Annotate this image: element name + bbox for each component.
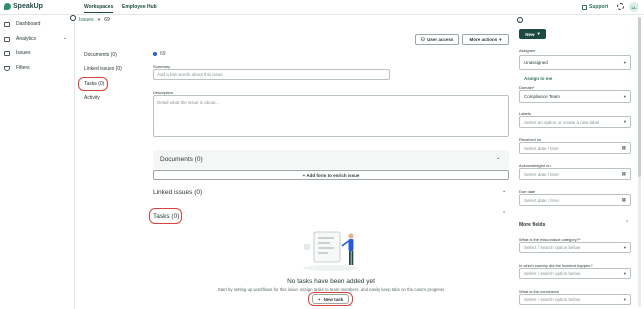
chevron-down-icon: ▾ bbox=[623, 119, 626, 124]
tab-linked-issues[interactable]: Linked issues (0) bbox=[84, 66, 122, 72]
sidebar-item-label: Filters bbox=[16, 65, 30, 71]
documents-title: Documents (0) bbox=[160, 156, 203, 163]
more-actions-label: More actions bbox=[469, 37, 498, 42]
status-dot bbox=[153, 52, 157, 56]
due-date-placeholder: Select date / time bbox=[524, 197, 559, 203]
domain-value: Compliance Team bbox=[524, 94, 560, 99]
info-icon[interactable]: i bbox=[517, 17, 523, 23]
chevron-down-icon: ▾ bbox=[499, 36, 502, 42]
assignee-label: Assignee bbox=[519, 48, 536, 53]
linked-issues-title: Linked issues (0) bbox=[153, 189, 203, 196]
breadcrumb-separator: » bbox=[97, 17, 101, 23]
sidebar-item-label: Issues bbox=[16, 50, 31, 56]
chevron-down-icon: ▾ bbox=[623, 296, 626, 302]
received-placeholder: Select date / time bbox=[524, 145, 559, 151]
received-date-input[interactable]: Select date / time ▦ bbox=[519, 142, 631, 154]
support-icon bbox=[582, 4, 587, 10]
breadcrumb-issues[interactable]: Issues bbox=[79, 17, 93, 23]
acknowledged-placeholder: Select date / time bbox=[524, 171, 559, 177]
chevron-down-icon: ▾ bbox=[537, 31, 540, 36]
misconduct-select[interactable]: Select / search option below ▾ bbox=[519, 242, 631, 253]
logo-mark-icon bbox=[4, 3, 11, 10]
plus-icon: + bbox=[317, 296, 321, 302]
empty-tasks-title: No tasks have been added yet bbox=[287, 278, 375, 285]
conclusion-select[interactable]: Select / search option below ▾ bbox=[519, 294, 631, 305]
chevron-down-icon[interactable]: ⌄ bbox=[496, 155, 500, 161]
sidebar-item-analytics[interactable]: Analytics bbox=[4, 36, 36, 42]
chart-icon bbox=[4, 36, 10, 42]
new-button[interactable]: New ▾ bbox=[519, 29, 546, 39]
tasks-title: Tasks (0) bbox=[153, 213, 180, 220]
sidebar-item-label: Dashboard bbox=[16, 21, 41, 27]
more-fields-title[interactable]: More fields bbox=[519, 222, 545, 228]
gear-icon[interactable] bbox=[617, 3, 624, 10]
sidebar-item-issues[interactable]: Issues bbox=[4, 50, 30, 56]
assignee-value: Unassigned bbox=[524, 60, 548, 65]
avatar[interactable]: LL bbox=[629, 2, 639, 12]
list-icon bbox=[4, 50, 10, 56]
breadcrumb-current: 69 bbox=[104, 17, 110, 23]
app-logo[interactable]: SpeakUp bbox=[4, 3, 43, 10]
support-link[interactable]: Support bbox=[582, 4, 608, 10]
documents-section bbox=[153, 150, 509, 169]
tab-activity[interactable]: Activity bbox=[84, 95, 100, 101]
chevron-down-icon: ▾ bbox=[623, 244, 626, 250]
chevron-up-icon[interactable]: ⌃ bbox=[625, 220, 629, 226]
description-textarea[interactable]: Detail what the issue is about... bbox=[153, 95, 509, 137]
sidebar-item-filters[interactable]: Filters bbox=[4, 65, 30, 71]
user-icon: ⚇ bbox=[420, 36, 426, 43]
sidebar-item-dashboard[interactable]: Dashboard bbox=[4, 21, 40, 27]
issue-number: 69 bbox=[160, 51, 166, 57]
labels-select[interactable]: Select an option or create a new label ▾ bbox=[519, 116, 631, 128]
filter-icon bbox=[4, 65, 10, 71]
chevron-up-icon[interactable]: ⌃ bbox=[502, 211, 506, 217]
nav-employee-hub[interactable]: Employee Hub bbox=[122, 4, 157, 10]
new-task-button[interactable]: + New task bbox=[312, 294, 349, 304]
add-form-button[interactable]: + Add form to enrich issue bbox=[153, 170, 509, 180]
logo-text: SpeakUp bbox=[13, 3, 43, 10]
grid-icon bbox=[4, 21, 10, 27]
user-access-label: User access bbox=[427, 37, 454, 42]
new-task-label: New task bbox=[323, 296, 344, 302]
sidebar-item-label: Analytics bbox=[16, 36, 37, 42]
labels-placeholder: Select an option or create a new label bbox=[524, 119, 600, 125]
new-button-label: New bbox=[525, 31, 535, 37]
user-access-button[interactable]: ⚇ User access bbox=[415, 34, 459, 45]
nav-workspaces[interactable]: Workspaces bbox=[84, 4, 114, 13]
country-placeholder: Select / search option below bbox=[524, 271, 581, 276]
assign-to-me-link[interactable]: Assign to me bbox=[524, 76, 552, 81]
acknowledged-date-input[interactable]: Select date / time ▦ bbox=[519, 168, 631, 180]
right-panel-scroll-thumb[interactable] bbox=[638, 17, 641, 177]
collapse-sidebar-icon[interactable] bbox=[70, 15, 76, 21]
chevron-down-icon: ▾ bbox=[623, 270, 626, 276]
chevron-down-icon[interactable]: ⌄ bbox=[63, 35, 67, 41]
conclusion-placeholder: Select / search option below bbox=[524, 297, 581, 302]
chevron-down-icon: ▾ bbox=[623, 93, 626, 99]
assignee-select[interactable]: Unassigned ▾ bbox=[519, 55, 631, 70]
misconduct-placeholder: Select / search option below bbox=[524, 245, 581, 250]
calendar-icon[interactable]: ▦ bbox=[622, 171, 626, 177]
summary-input[interactable]: Add a few words about this issue bbox=[153, 69, 390, 80]
tab-tasks[interactable]: Tasks (0) bbox=[84, 81, 104, 87]
chevron-down-icon: ▾ bbox=[623, 59, 626, 65]
country-select[interactable]: Select / search option below ▾ bbox=[519, 268, 631, 279]
due-date-input[interactable]: Select date / time ▦ bbox=[519, 194, 631, 206]
calendar-icon[interactable]: ▦ bbox=[622, 197, 626, 203]
domain-select[interactable]: Compliance Team ▾ bbox=[519, 90, 631, 103]
sidebar-divider bbox=[74, 15, 75, 309]
calendar-icon[interactable]: ▦ bbox=[622, 145, 626, 151]
chevron-down-icon[interactable]: ⌄ bbox=[502, 188, 506, 194]
support-label: Support bbox=[589, 4, 609, 10]
breadcrumb: Issues » 69 bbox=[79, 17, 110, 23]
more-actions-button[interactable]: More actions ▾ bbox=[462, 34, 509, 45]
empty-tasks-illustration bbox=[303, 231, 359, 271]
tab-documents[interactable]: Documents (0) bbox=[84, 52, 117, 58]
